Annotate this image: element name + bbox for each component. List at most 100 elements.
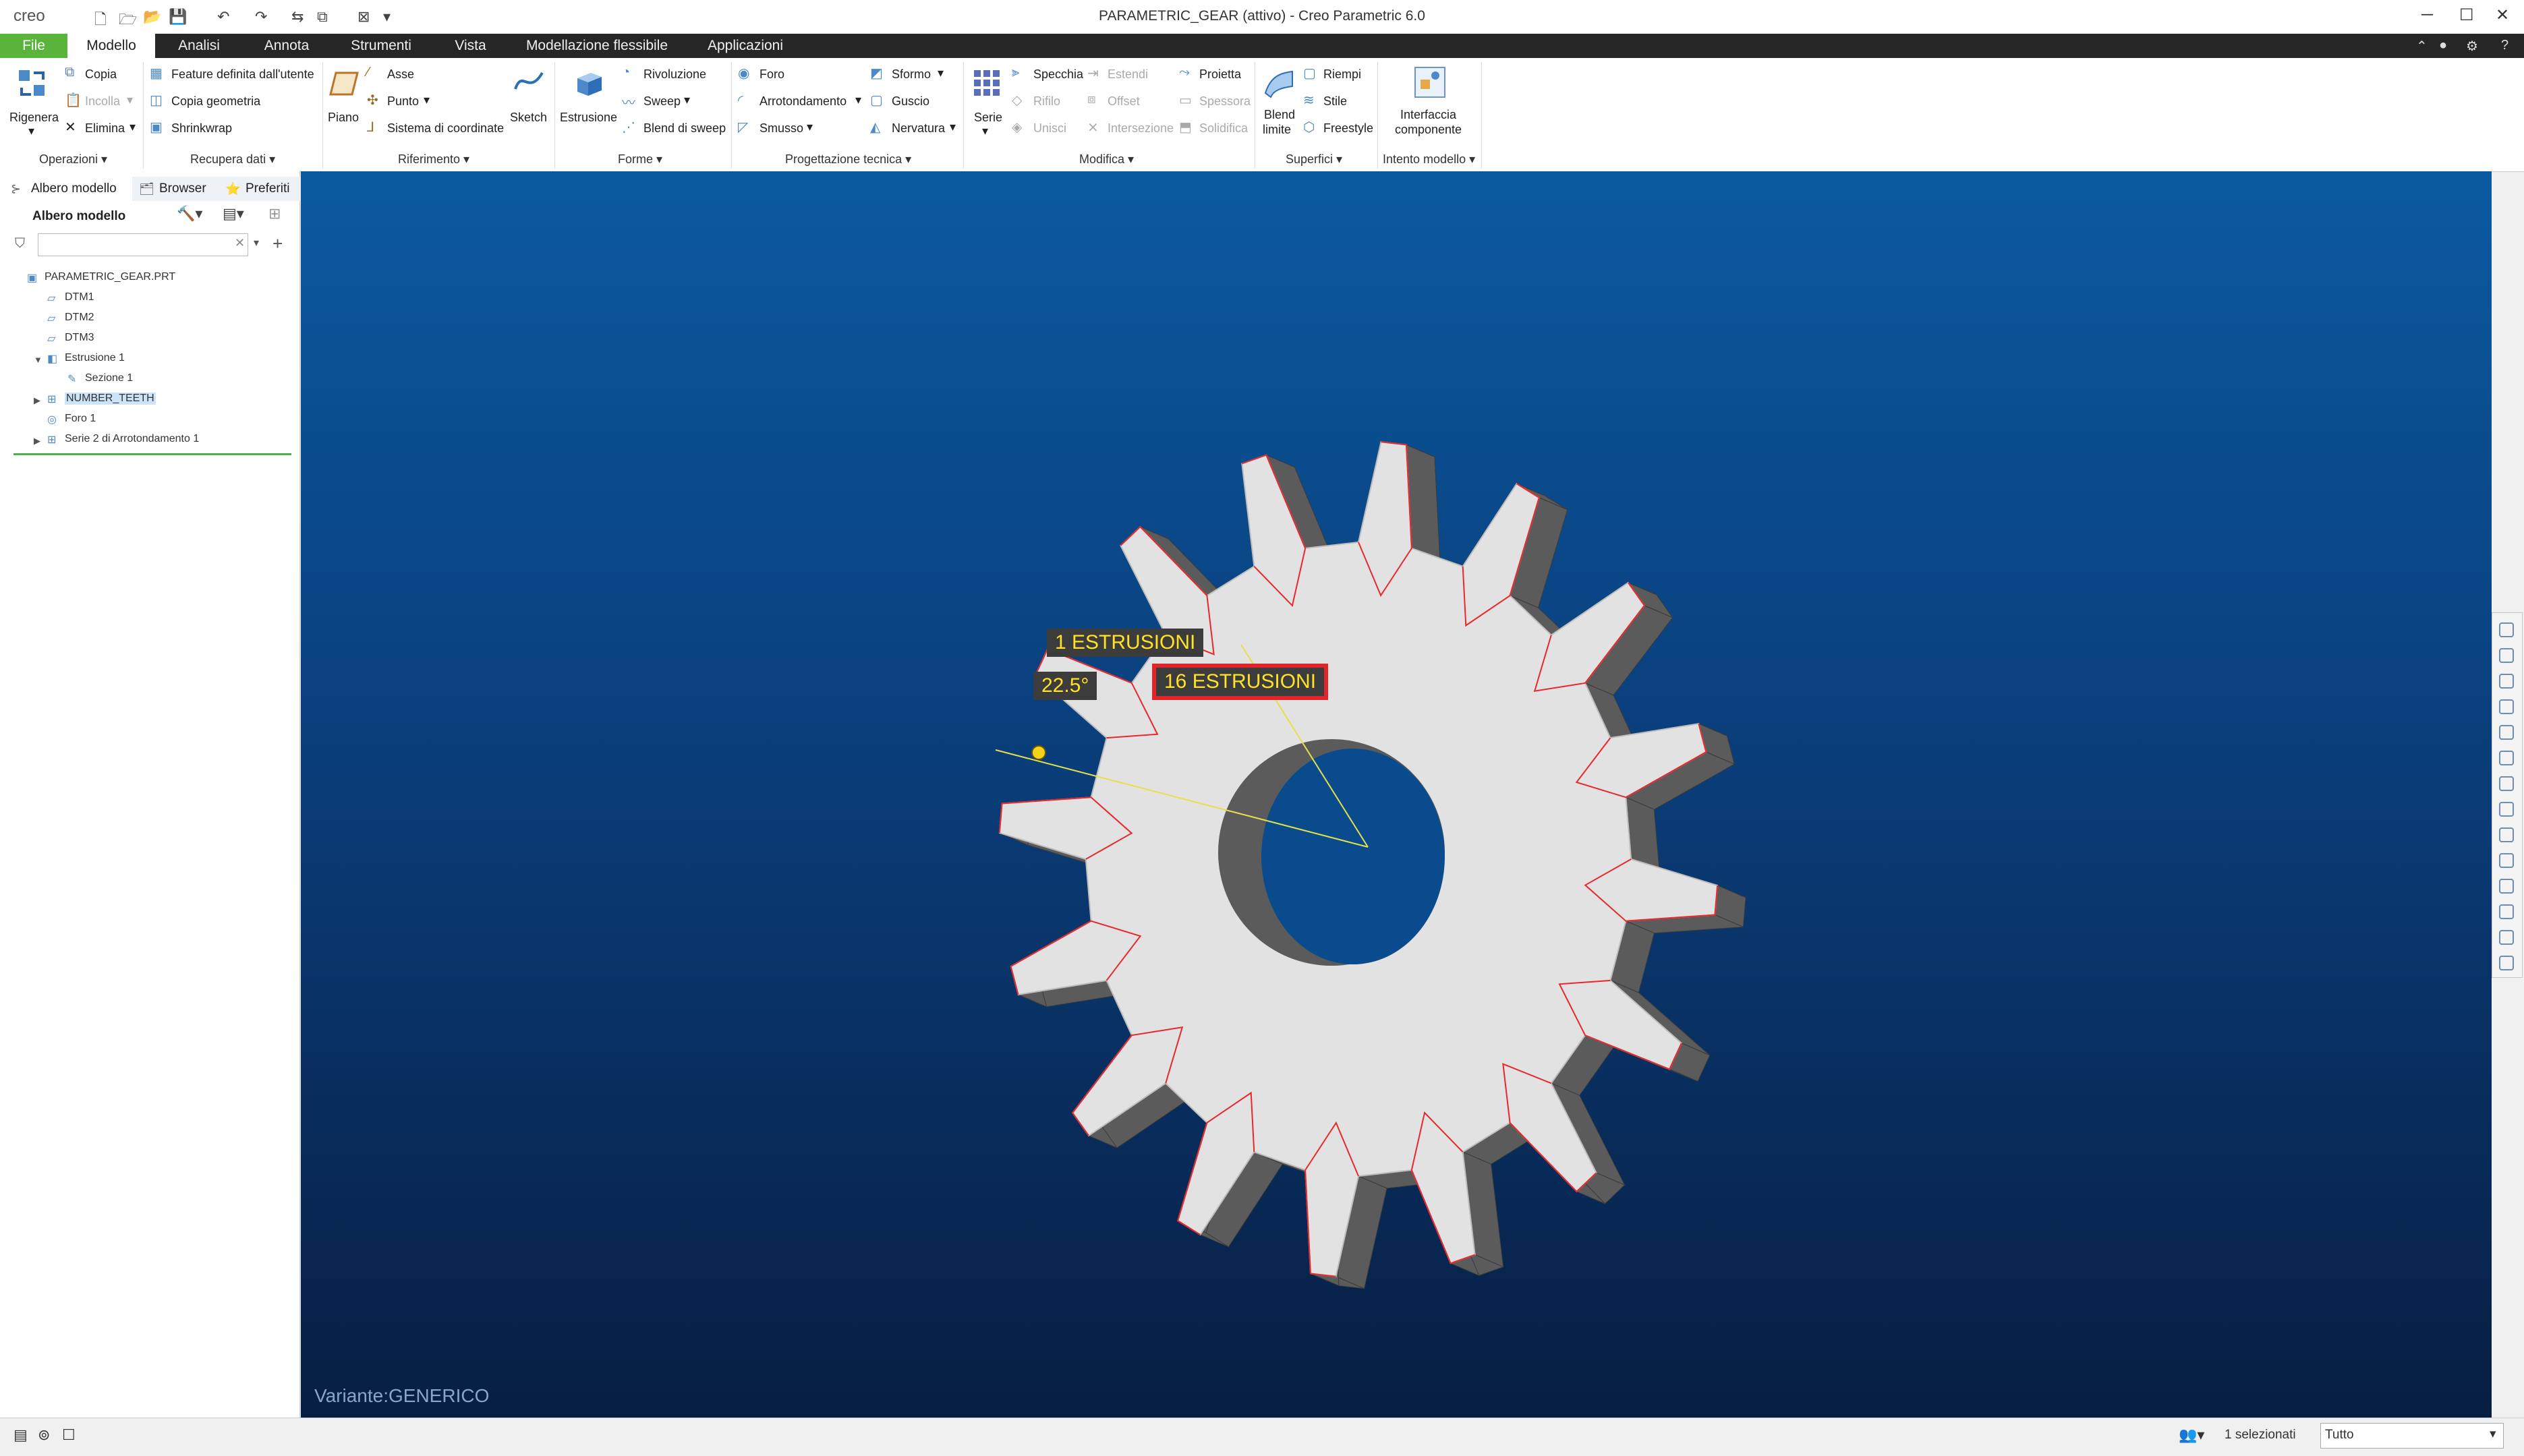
plane-display-icon[interactable] [2499, 930, 2514, 945]
freestyle-button[interactable]: Freestyle [1323, 121, 1373, 136]
swept-blend-button[interactable]: Blend di sweep [643, 121, 726, 136]
find-icon[interactable]: 👥▾ [2179, 1426, 2204, 1444]
solidify-button[interactable]: Solidifica [1199, 121, 1248, 136]
shell-button[interactable]: Guscio [892, 94, 929, 109]
paste-button[interactable]: Incolla [85, 94, 120, 109]
tab-albero-modello[interactable]: ⊱ Albero modello [4, 177, 132, 201]
point-button[interactable]: Punto [387, 94, 419, 109]
boundary-blend-label[interactable]: Blend [1264, 108, 1295, 122]
graphics-viewport[interactable]: 1 ESTRUSIONI 16 ESTRUSIONI 22.5° Variant… [301, 171, 2492, 1418]
show-tree-icon[interactable]: ▤ [13, 1426, 28, 1444]
copy-button[interactable]: Copia [85, 67, 117, 82]
tab-modello[interactable]: Modello [67, 34, 155, 58]
extend-button[interactable]: Estendi [1108, 67, 1148, 82]
style-button[interactable]: Stile [1323, 94, 1347, 109]
section-icon[interactable] [2499, 827, 2514, 842]
collapse-ribbon-icon[interactable]: ⌃ [2416, 38, 2428, 55]
sweep-button[interactable]: Sweep [643, 94, 681, 109]
boundary-blend-label-2[interactable]: limite [1263, 123, 1291, 137]
display-style-icon[interactable] [2499, 751, 2514, 765]
group-intento-modello[interactable]: Intento modello ▾ [1383, 152, 1475, 167]
settings-icon[interactable]: ⚙ [2466, 38, 2478, 55]
maximize-icon[interactable]: ☐ [2459, 5, 2474, 25]
regenerate-label[interactable]: Rigenera [9, 111, 59, 125]
zoom-in-icon[interactable] [2499, 648, 2514, 663]
tree-settings-icon[interactable]: 🔨▾ [177, 205, 202, 223]
merge-button[interactable]: Unisci [1033, 121, 1066, 136]
chevron-down-icon[interactable]: ▾ [950, 120, 956, 134]
perspective-icon[interactable] [2499, 725, 2514, 740]
pattern-label[interactable]: Serie [974, 111, 1002, 125]
tree-item[interactable]: DTM2 [65, 312, 94, 324]
sketch-icon[interactable] [511, 65, 546, 100]
minimize-icon[interactable]: ─ [2421, 5, 2433, 24]
component-interface-icon[interactable] [1412, 65, 1447, 100]
tree-item[interactable]: NUMBER_TEETH [65, 392, 156, 405]
refit-icon[interactable] [2499, 622, 2514, 637]
chevron-down-icon[interactable]: ▾ [127, 93, 133, 107]
tab-file[interactable]: File [0, 34, 67, 58]
tab-vista[interactable]: Vista [438, 34, 503, 58]
group-superfici[interactable]: Superfici ▾ [1286, 152, 1342, 167]
tab-strumenti[interactable]: Strumenti [337, 34, 425, 58]
revolve-button[interactable]: Rivoluzione [643, 67, 706, 82]
thicken-button[interactable]: Spessora [1199, 94, 1251, 109]
view-manager-icon[interactable] [2499, 802, 2514, 817]
udf-button[interactable]: Feature definita dall'utente [171, 67, 314, 82]
pattern-icon[interactable] [970, 66, 1005, 101]
chevron-down-icon[interactable]: ▾ [684, 93, 690, 107]
project-button[interactable]: Proietta [1199, 67, 1241, 82]
selection-filter-select[interactable]: Tutto ▾ [2320, 1423, 2504, 1449]
group-recupera-dati[interactable]: Recupera dati ▾ [190, 152, 275, 167]
regenerate-icon[interactable] [15, 66, 50, 101]
tree-item[interactable]: DTM1 [65, 291, 94, 303]
tree-item[interactable]: DTM3 [65, 332, 94, 344]
chevron-down-icon[interactable]: ▾ [938, 66, 944, 80]
component-interface-label-2[interactable]: componente [1395, 123, 1462, 137]
help-icon[interactable]: ? [2501, 38, 2508, 53]
tab-annota[interactable]: Annota [250, 34, 324, 58]
delete-icon[interactable]: ✕ [65, 119, 76, 136]
close-icon[interactable]: ✕ [2496, 5, 2509, 25]
tree-columns-icon[interactable]: ▤▾ [223, 205, 244, 223]
tree-item[interactable]: PARAMETRIC_GEAR.PRT [45, 271, 175, 283]
tree-expander[interactable]: ▶ [34, 436, 40, 446]
tree-item[interactable]: Estrusione 1 [65, 352, 125, 364]
clear-icon[interactable]: ✕ [235, 236, 245, 250]
annotation-display-icon[interactable] [2499, 879, 2514, 894]
extrude-icon[interactable] [571, 65, 606, 100]
browser-toggle-icon[interactable]: ⊚ [38, 1426, 50, 1444]
group-modifica[interactable]: Modifica ▾ [1079, 152, 1134, 167]
tree-item[interactable]: Serie 2 di Arrotondamento 1 [65, 433, 199, 445]
tree-expander[interactable]: ▼ [34, 355, 42, 365]
repaint-icon[interactable] [2499, 699, 2514, 714]
chevron-down-icon[interactable]: ▾ [254, 236, 259, 250]
chevron-down-icon[interactable]: ▾ [982, 124, 988, 138]
group-forme[interactable]: Forme ▾ [618, 152, 662, 167]
copy-icon[interactable]: ⧉ [65, 65, 74, 80]
datum-display-icon[interactable] [2499, 853, 2514, 868]
axis-button[interactable]: Asse [387, 67, 414, 82]
zoom-out-icon[interactable] [2499, 674, 2514, 689]
group-riferimento[interactable]: Riferimento ▾ [398, 152, 469, 167]
chevron-down-icon[interactable]: ▾ [855, 93, 861, 107]
tree-item[interactable]: Foro 1 [65, 413, 96, 425]
tab-analisi[interactable]: Analisi [162, 34, 236, 58]
draft-button[interactable]: Sformo [892, 67, 931, 82]
chevron-down-icon[interactable]: ▾ [130, 120, 136, 134]
chevron-down-icon[interactable]: ▾ [28, 124, 34, 138]
chevron-down-icon[interactable]: ▾ [424, 93, 430, 107]
tree-search-input[interactable] [38, 233, 248, 256]
chevron-down-icon[interactable]: ▾ [807, 120, 813, 134]
mirror-button[interactable]: Specchia [1033, 67, 1083, 82]
fullscreen-icon[interactable]: ☐ [62, 1426, 76, 1444]
delete-button[interactable]: Elimina [85, 121, 125, 136]
offset-button[interactable]: Offset [1108, 94, 1140, 109]
chamfer-button[interactable]: Smusso [759, 121, 803, 136]
coordinate-display-icon[interactable] [2499, 956, 2514, 970]
tree-expander[interactable]: ▶ [34, 395, 40, 406]
component-interface-label[interactable]: Interfaccia [1400, 108, 1456, 122]
gear-model[interactable] [301, 171, 2492, 1418]
plane-label[interactable]: Piano [328, 111, 359, 125]
tree-show-icon[interactable]: ⊞ [268, 205, 281, 223]
